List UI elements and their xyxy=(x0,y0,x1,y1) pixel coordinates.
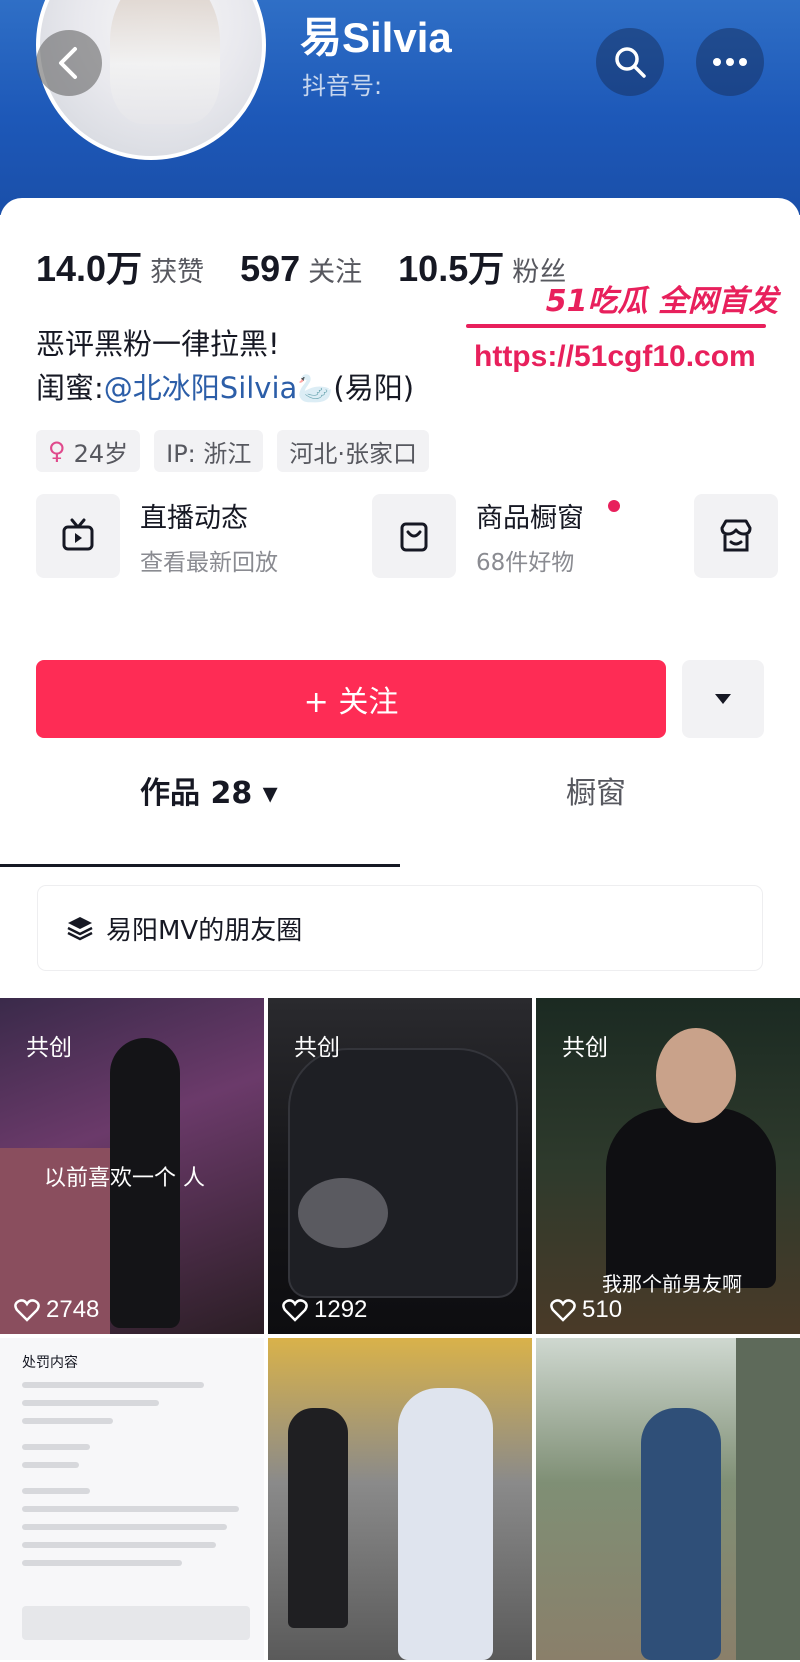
cocreate-badge: 共创 xyxy=(562,1035,608,1061)
document-button-bar xyxy=(22,1606,250,1640)
more-button[interactable] xyxy=(696,28,764,96)
heart-icon xyxy=(550,1299,576,1322)
stat-likes[interactable]: 14.0万 获赞 xyxy=(36,240,204,292)
follow-dropdown-button[interactable] xyxy=(682,660,764,738)
watermark-url: https://51cgf10.com xyxy=(474,340,756,373)
heart-icon xyxy=(282,1299,308,1322)
chevron-left-icon xyxy=(59,47,77,79)
search-icon xyxy=(615,47,646,78)
search-button[interactable] xyxy=(596,28,664,96)
shop-icon-box xyxy=(372,494,456,578)
video-card[interactable] xyxy=(268,1338,532,1660)
cocreate-badge: 共创 xyxy=(294,1035,340,1061)
video-thumbnail-car xyxy=(288,1048,518,1298)
live-subtitle: 查看最新回放 xyxy=(140,549,278,576)
collection-bar[interactable]: 易阳MV的朋友圈 xyxy=(38,886,762,970)
bio-suffix: (易阳) xyxy=(333,371,415,405)
watermark-brand: 51吃瓜 全网首发 xyxy=(545,284,778,319)
video-likes: 1292 xyxy=(282,1296,367,1324)
video-thumbnail-face xyxy=(656,1028,736,1123)
more-dots-icon xyxy=(713,58,747,66)
video-caption: 以前喜欢一个 人 xyxy=(44,1166,205,1191)
tab-works[interactable]: 作品 28 ▾ xyxy=(140,754,278,826)
heart-icon xyxy=(14,1299,40,1322)
douyin-id: 抖音号: xyxy=(302,72,383,100)
live-icon-box xyxy=(36,494,120,578)
profile-page: 易Silvia 抖音号: 14.0万 获赞 597 关注 10.5万 粉丝 51… xyxy=(0,0,800,1662)
collection-label: 易阳MV的朋友圈 xyxy=(106,915,303,946)
profile-header: 易Silvia 抖音号: xyxy=(0,0,800,215)
store-icon-box xyxy=(694,494,778,578)
tag-age: ♀ 24岁 xyxy=(36,430,141,472)
video-thumbnail-figure xyxy=(606,1108,776,1288)
back-button[interactable] xyxy=(36,30,102,96)
bio-prefix: 闺蜜: xyxy=(36,371,104,405)
tab-showcase[interactable]: 橱窗 xyxy=(566,754,626,826)
video-likes-count: 510 xyxy=(582,1296,623,1323)
tag-age-text: 24岁 xyxy=(73,439,129,468)
stat-likes-value: 14.0万 xyxy=(36,248,143,289)
shop-title: 商品橱窗 xyxy=(476,502,584,534)
stat-likes-label: 获赞 xyxy=(150,257,205,288)
stat-following-value: 597 xyxy=(240,248,301,289)
bio-line-1: 恶评黑粉一律拉黑! xyxy=(36,327,280,361)
profile-card: 14.0万 获赞 597 关注 10.5万 粉丝 51吃瓜 全网首发 https… xyxy=(0,198,800,1662)
video-thumbnail-person xyxy=(288,1408,348,1628)
store-feature[interactable] xyxy=(694,490,778,582)
video-card[interactable]: 处罚内容 xyxy=(0,1338,264,1660)
bio-line-2: 闺蜜:@北冰阳Silvia🦢(易阳) xyxy=(36,366,476,410)
video-card[interactable] xyxy=(536,1338,800,1660)
video-likes-count: 2748 xyxy=(46,1296,100,1323)
cocreate-badge: 共创 xyxy=(26,1035,72,1061)
profile-tags: ♀ 24岁 IP: 浙江 河北·张家口 xyxy=(36,430,443,472)
stat-following[interactable]: 597 关注 xyxy=(240,248,362,290)
live-feature[interactable]: 直播动态 查看最新回放 xyxy=(36,490,278,582)
stat-following-label: 关注 xyxy=(308,257,363,288)
caret-down-icon xyxy=(715,694,731,704)
store-icon xyxy=(720,519,752,552)
video-thumbnail-figure xyxy=(398,1388,493,1660)
video-likes: 2748 xyxy=(14,1296,99,1324)
video-thumbnail-wall xyxy=(736,1338,800,1660)
bio-mention-link[interactable]: @北冰阳Silvia🦢 xyxy=(104,371,334,405)
video-card[interactable]: 共创 我那个前男友啊 510 xyxy=(536,998,800,1334)
female-icon: ♀ xyxy=(48,437,66,465)
video-thumbnail-figure xyxy=(641,1408,721,1660)
tv-icon xyxy=(62,518,94,551)
document-thumbnail xyxy=(22,1382,250,1578)
layers-icon xyxy=(67,917,93,941)
tag-location[interactable]: 河北·张家口 xyxy=(277,430,430,472)
avatar-photo xyxy=(110,0,220,124)
shop-feature[interactable]: 商品橱窗 68件好物 xyxy=(372,490,620,582)
live-feature-text: 直播动态 查看最新回放 xyxy=(140,496,278,577)
video-card[interactable]: 共创 以前喜欢一个 人 2748 xyxy=(0,998,264,1334)
live-title: 直播动态 xyxy=(140,502,248,534)
video-caption: 处罚内容 xyxy=(22,1355,78,1371)
watermark: 51吃瓜 全网首发 https://51cgf10.com xyxy=(466,276,786,386)
active-tab-indicator xyxy=(0,864,400,867)
bio: 恶评黑粉一律拉黑! 闺蜜:@北冰阳Silvia🦢(易阳) xyxy=(36,322,476,410)
video-likes: 510 xyxy=(550,1296,622,1324)
follow-button[interactable]: + 关注 xyxy=(36,660,666,738)
video-thumbnail-headlight xyxy=(298,1178,388,1248)
video-card[interactable]: 共创 1292 xyxy=(268,998,532,1334)
shop-subtitle: 68件好物 xyxy=(476,549,575,576)
watermark-line xyxy=(466,324,766,328)
video-likes-count: 1292 xyxy=(314,1296,368,1323)
nickname: 易Silvia xyxy=(300,14,452,61)
shop-notification-dot xyxy=(608,500,620,512)
tag-ip: IP: 浙江 xyxy=(154,430,264,472)
shopping-bag-icon xyxy=(400,522,428,552)
video-caption: 我那个前男友啊 xyxy=(602,1272,742,1296)
shop-feature-text: 商品橱窗 68件好物 xyxy=(476,496,584,577)
